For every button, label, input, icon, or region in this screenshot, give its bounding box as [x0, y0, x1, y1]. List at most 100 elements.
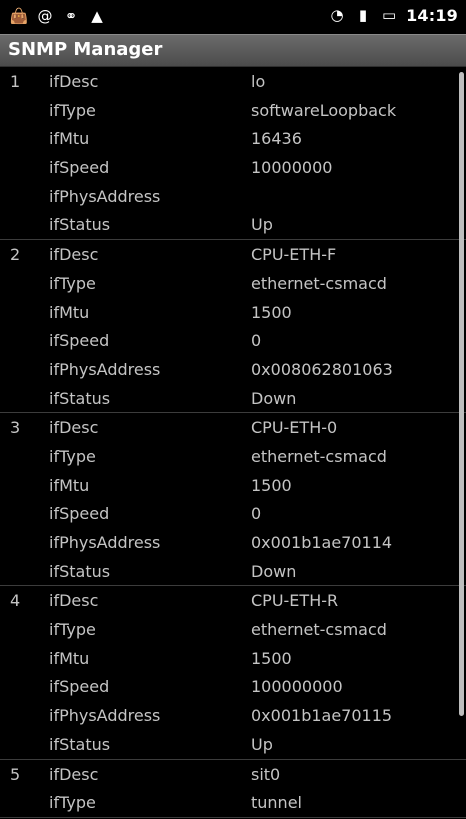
at-icon: @ — [37, 6, 53, 25]
field-value: 1500 — [251, 475, 292, 495]
field-name: ifDesc — [49, 245, 99, 265]
field-name: ifSpeed — [49, 158, 110, 178]
battery-icon: ▭ — [381, 6, 397, 24]
interface-row: ifStatus Up — [0, 210, 466, 239]
interface-row: ifMtu 1500 — [0, 644, 466, 673]
interface-index: 4 — [10, 591, 21, 611]
field-name: ifStatus — [49, 215, 111, 235]
clock: 14:19 — [406, 6, 458, 25]
field-name: ifMtu — [49, 302, 90, 322]
field-name: ifType — [49, 273, 96, 293]
notification-icons: 👜 @ ⚭ ▲ — [10, 7, 106, 25]
field-value: Down — [251, 388, 297, 408]
interface-group[interactable]: 4 ifDesc CPU-ETH-R ifType ethernet-csmac… — [0, 586, 466, 760]
interface-group[interactable]: 5 ifDesc sit0 ifType tunnel — [0, 760, 466, 818]
interface-row: ifType ethernet-csmacd — [0, 269, 466, 298]
scrollbar[interactable] — [459, 72, 464, 716]
field-name: ifStatus — [49, 561, 111, 581]
field-value: lo — [251, 72, 266, 91]
interface-row: 5 ifDesc sit0 — [0, 760, 466, 789]
interface-index: 5 — [10, 764, 21, 784]
field-value: ethernet-csmacd — [251, 620, 387, 640]
field-value: 0x001b1ae70115 — [251, 706, 393, 726]
field-value: 0x008062801063 — [251, 359, 393, 379]
field-name: ifDesc — [49, 591, 99, 611]
field-value: 1500 — [251, 302, 292, 322]
status-bar: 👜 @ ⚭ ▲ ◔ ▮ ▭ 14:19 — [0, 0, 466, 35]
field-name: ifType — [49, 793, 96, 813]
signal-icon: ▮ — [358, 6, 368, 24]
interface-list[interactable]: 1 ifDesc lo ifType softwareLoopback ifMt… — [0, 67, 466, 819]
interface-row: 4 ifDesc CPU-ETH-R — [0, 586, 466, 615]
field-name: ifMtu — [49, 475, 90, 495]
interface-row: ifPhysAddress 0x008062801063 — [0, 355, 466, 384]
interface-row: ifType ethernet-csmacd — [0, 442, 466, 471]
bag-icon: 👜 — [9, 6, 29, 25]
field-value: CPU-ETH-0 — [251, 418, 338, 438]
interface-row: ifMtu 1500 — [0, 298, 466, 327]
interface-group[interactable]: 1 ifDesc lo ifType softwareLoopback ifMt… — [0, 67, 466, 241]
interface-row: ifSpeed 0 — [0, 499, 466, 528]
field-value: ethernet-csmacd — [251, 446, 387, 466]
field-name: ifDesc — [49, 72, 99, 91]
interface-row: ifType softwareLoopback — [0, 96, 466, 125]
field-value: Up — [251, 734, 273, 754]
interface-row: ifSpeed 100000000 — [0, 672, 466, 701]
interface-row: ifPhysAddress 0x001b1ae70115 — [0, 701, 466, 730]
field-value: CPU-ETH-R — [251, 591, 339, 611]
field-name: ifSpeed — [49, 504, 110, 524]
field-value: sit0 — [251, 764, 281, 784]
field-value: 16436 — [251, 129, 302, 149]
app-title: SNMP Manager — [8, 39, 163, 60]
field-name: ifSpeed — [49, 677, 110, 697]
interface-row: ifStatus Down — [0, 557, 466, 586]
field-value: ethernet-csmacd — [251, 273, 387, 293]
field-value: softwareLoopback — [251, 100, 397, 120]
field-value: 10000000 — [251, 158, 333, 178]
interface-row: ifType tunnel — [0, 788, 466, 817]
field-value: CPU-ETH-F — [251, 245, 337, 265]
field-value: 0 — [251, 504, 262, 524]
interface-row: ifPhysAddress — [0, 182, 466, 211]
interface-row: ifStatus Down — [0, 384, 466, 413]
interface-row: ifMtu 1500 — [0, 471, 466, 500]
field-name: ifMtu — [49, 129, 90, 149]
system-icons: ◔ ▮ ▭ 14:19 — [328, 6, 458, 25]
interface-row: 1 ifDesc lo — [0, 67, 466, 96]
interface-group[interactable]: 3 ifDesc CPU-ETH-0 ifType ethernet-csmac… — [0, 413, 466, 587]
warning-icon: ▲ — [91, 6, 103, 25]
interface-row: ifMtu 16436 — [0, 124, 466, 153]
field-name: ifStatus — [49, 734, 111, 754]
field-name: ifPhysAddress — [49, 706, 161, 726]
field-name: ifPhysAddress — [49, 186, 161, 206]
title-bar: SNMP Manager — [0, 34, 466, 67]
usb-icon: ⚭ — [64, 6, 78, 25]
interface-index: 3 — [10, 418, 21, 438]
interface-row: ifStatus Up — [0, 730, 466, 759]
field-value: Up — [251, 215, 273, 235]
field-name: ifType — [49, 620, 96, 640]
field-name: ifType — [49, 100, 96, 120]
field-name: ifPhysAddress — [49, 359, 161, 379]
field-name: ifDesc — [49, 764, 99, 784]
field-value: 1500 — [251, 648, 292, 668]
wifi-icon: ◔ — [330, 6, 344, 24]
interface-row: ifSpeed 0 — [0, 326, 466, 355]
field-value: 0 — [251, 331, 262, 351]
interface-index: 1 — [10, 72, 21, 91]
interface-row: ifPhysAddress 0x001b1ae70114 — [0, 528, 466, 557]
field-name: ifStatus — [49, 388, 111, 408]
field-name: ifMtu — [49, 648, 90, 668]
field-name: ifType — [49, 446, 96, 466]
field-name: ifSpeed — [49, 331, 110, 351]
field-name: ifPhysAddress — [49, 533, 161, 552]
interface-index: 2 — [10, 245, 21, 265]
field-value: tunnel — [251, 793, 302, 813]
field-value: 100000000 — [251, 677, 343, 697]
field-value: Down — [251, 561, 297, 581]
interface-row: ifType ethernet-csmacd — [0, 615, 466, 644]
interface-row: 3 ifDesc CPU-ETH-0 — [0, 413, 466, 442]
field-name: ifDesc — [49, 418, 99, 438]
interface-row: 2 ifDesc CPU-ETH-F — [0, 240, 466, 269]
interface-group[interactable]: 2 ifDesc CPU-ETH-F ifType ethernet-csmac… — [0, 240, 466, 414]
